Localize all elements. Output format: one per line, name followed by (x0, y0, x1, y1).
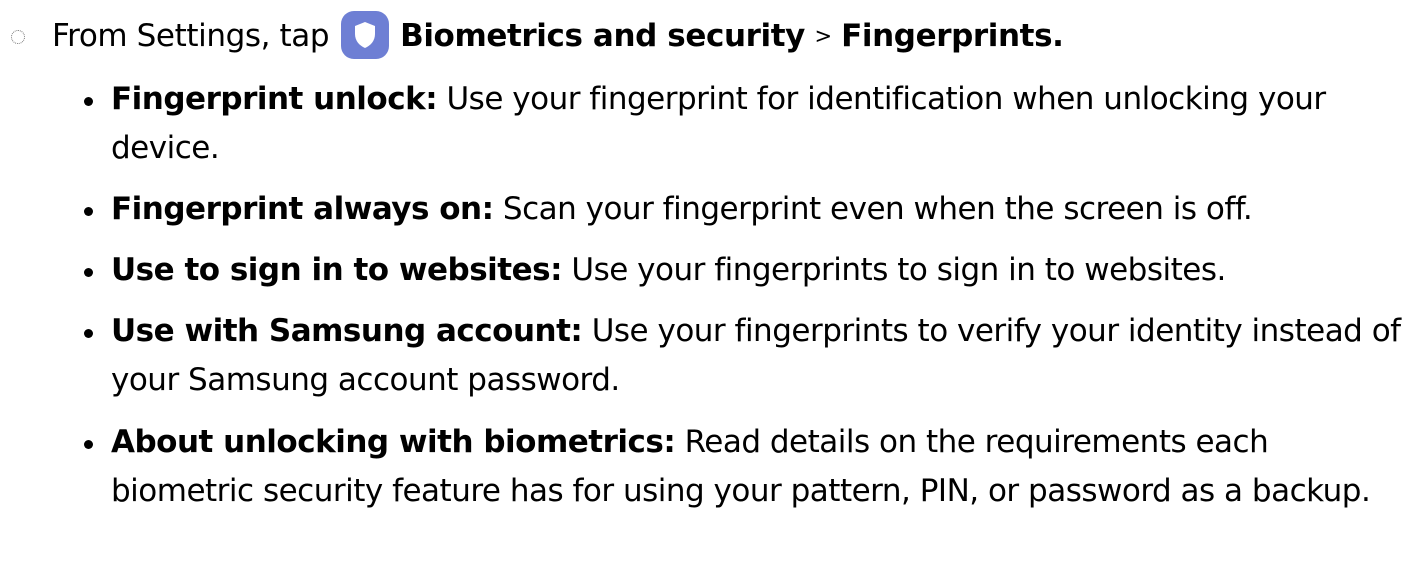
bullet-icon (84, 97, 93, 106)
list-item-text: Use to sign in to websites: Use your fin… (111, 246, 1406, 295)
step-intro: From Settings, tap (52, 18, 330, 54)
bullet-icon (84, 329, 93, 338)
item-term: Use to sign in to websites: (111, 252, 563, 288)
bullet-icon (84, 207, 93, 216)
menu-path-fingerprints: Fingerprints. (841, 18, 1064, 54)
bullet-icon (84, 440, 93, 449)
item-description: Use your fingerprints to sign in to webs… (571, 252, 1226, 288)
instruction-step: From Settings, tap Biometrics and securi… (0, 10, 1413, 62)
list-item-text: Fingerprint unlock: Use your fingerprint… (111, 75, 1406, 173)
menu-path-biometrics: Biometrics and security (400, 18, 805, 54)
item-term: About unlocking with biometrics: (111, 424, 676, 460)
list-item-text: Fingerprint always on: Scan your fingerp… (111, 185, 1406, 234)
item-description: Scan your fingerprint even when the scre… (502, 191, 1253, 227)
item-term: Use with Samsung account: (111, 313, 583, 349)
list-item-text: Use with Samsung account: Use your finge… (111, 307, 1406, 405)
item-term: Fingerprint always on: (111, 191, 494, 227)
step-marker-icon (11, 30, 25, 44)
shield-icon (340, 10, 389, 59)
step-text: From Settings, tap Biometrics and securi… (52, 10, 1064, 62)
menu-path-separator: > (814, 24, 832, 48)
bullet-icon (84, 268, 93, 277)
item-term: Fingerprint unlock: (111, 81, 438, 117)
list-item-text: About unlocking with biometrics: Read de… (111, 418, 1406, 516)
